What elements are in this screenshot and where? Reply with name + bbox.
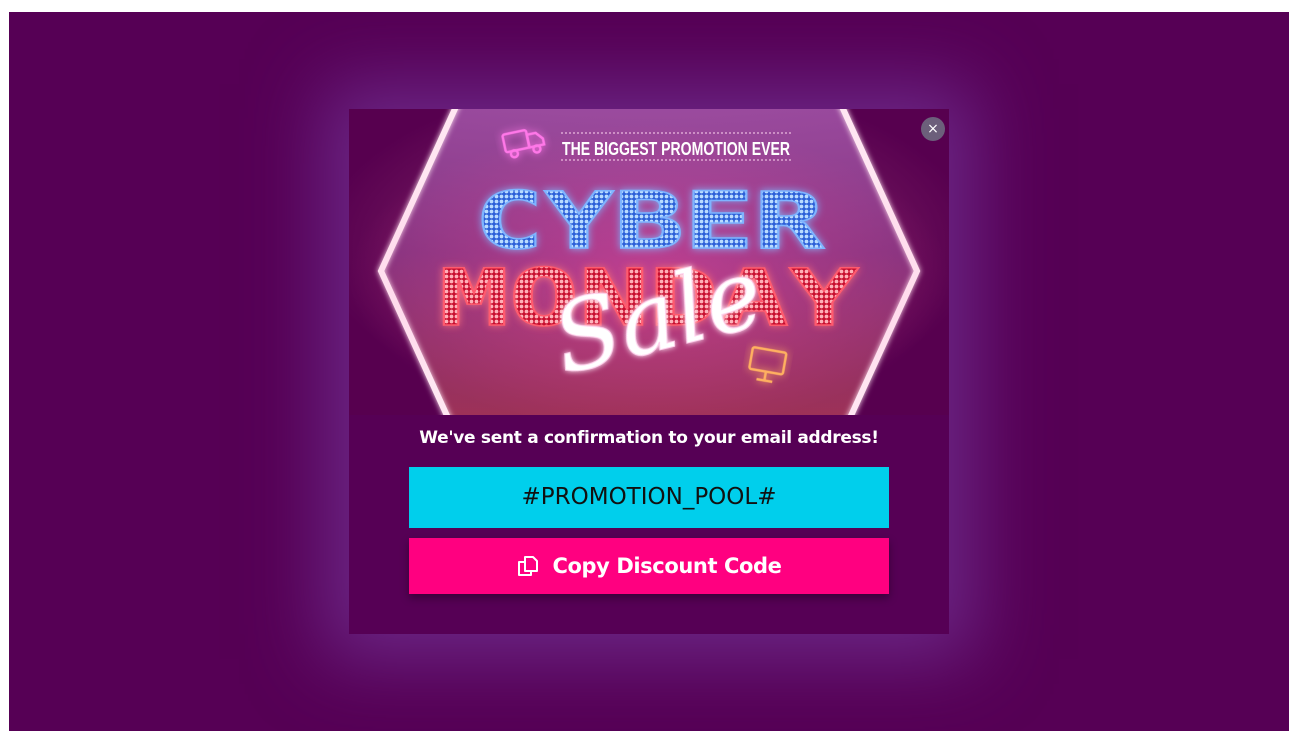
copy-discount-code-button[interactable]: Copy Discount Code <box>409 538 889 594</box>
close-button[interactable]: × <box>921 117 945 141</box>
copy-button-label: Copy Discount Code <box>552 554 782 578</box>
banner-tagline: THE BIGGEST PROMOTION EVER <box>562 139 790 159</box>
cyber-monday-banner: THE BIGGEST PROMOTION EVER CYBER MONDAY … <box>349 109 949 415</box>
discount-code-field[interactable]: #PROMOTION_POOL# <box>409 467 889 528</box>
popup-dialog: THE BIGGEST PROMOTION EVER CYBER MONDAY … <box>349 109 949 634</box>
confirmation-message: We've sent a confirmation to your email … <box>419 428 879 448</box>
page-background: THE BIGGEST PROMOTION EVER CYBER MONDAY … <box>9 12 1289 731</box>
copy-icon <box>518 556 539 576</box>
